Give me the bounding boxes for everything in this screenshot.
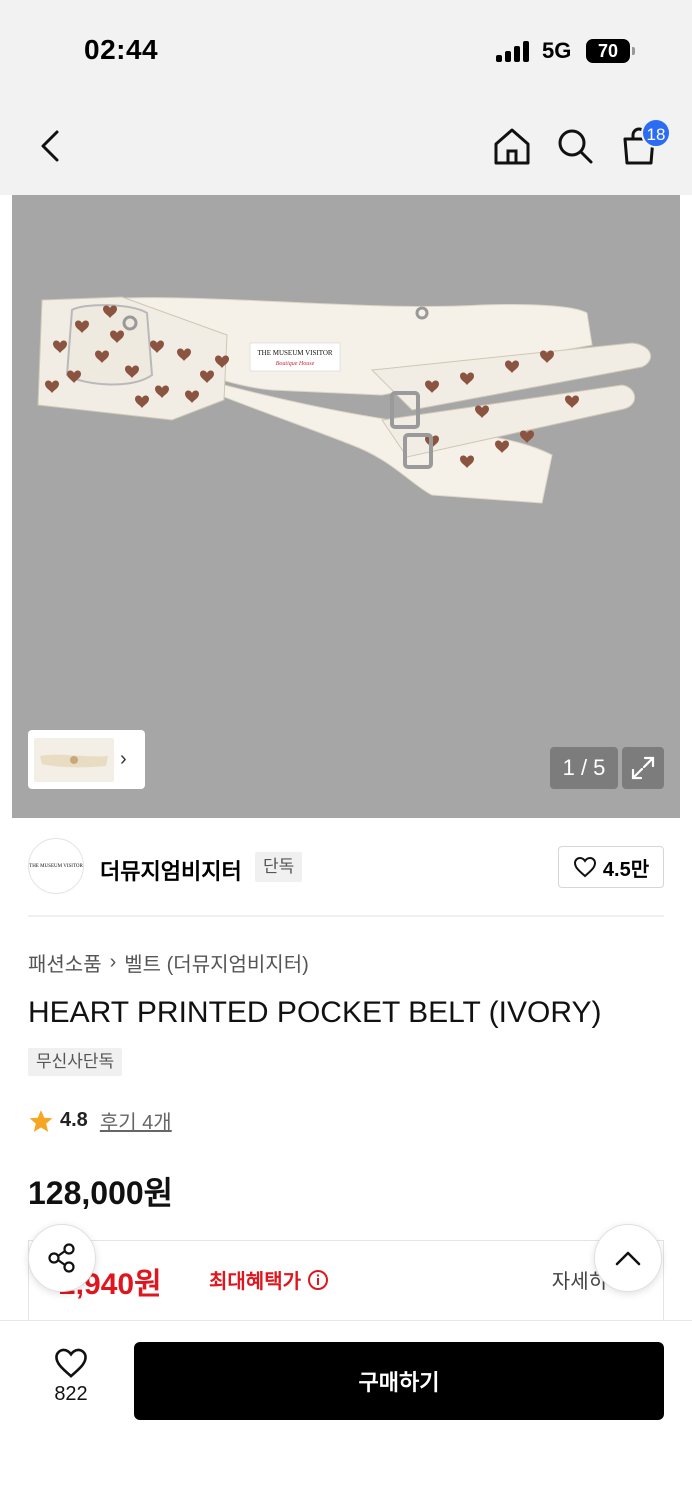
battery-tip [632, 47, 635, 55]
bottom-action-bar: 822 구매하기 [0, 1320, 692, 1500]
breadcrumb-subcategory[interactable]: 벨트 (더뮤지엄비지터) [124, 948, 308, 977]
review-link[interactable]: 후기 4개 [100, 1106, 172, 1135]
product-price: 128,000원 [28, 1175, 174, 1211]
star-icon [29, 1109, 53, 1132]
belt-label-brand: THE MUSEUM VISITOR [257, 349, 333, 357]
max-benefit-label: 최대혜택가 [209, 1265, 329, 1294]
image-counter: 1 / 5 [550, 747, 618, 789]
status-bar: 02:44 5G 70 [0, 0, 692, 100]
brand-name[interactable]: 더뮤지엄비지터 [100, 854, 242, 886]
product-photo: THE MUSEUM VISITOR Boutique House [37, 296, 652, 504]
share-icon [48, 1243, 75, 1273]
top-nav-bar: 18 [0, 100, 692, 195]
cart-button[interactable]: 18 [615, 118, 671, 170]
brand-logo[interactable]: THE MUSEUM VISITOR [28, 838, 84, 894]
back-button[interactable] [26, 122, 74, 170]
search-icon [558, 129, 593, 164]
brand-exclusive-tag: 단독 [255, 852, 303, 882]
rating-score: 4.8 [60, 1109, 88, 1131]
info-icon[interactable] [307, 1269, 329, 1291]
scroll-top-button[interactable] [594, 1224, 662, 1292]
home-button[interactable] [488, 122, 536, 170]
heart-outline-icon [55, 1348, 87, 1378]
product-like-button[interactable]: 822 [40, 1347, 102, 1406]
brand-like-button[interactable]: 4.5만 [558, 846, 664, 888]
heart-outline-icon [573, 856, 596, 878]
breadcrumb-category[interactable]: 패션소품 [28, 948, 102, 977]
home-icon [494, 128, 530, 165]
product-image-gallery[interactable]: THE MUSEUM VISITOR Boutique House › 1 / … [12, 195, 680, 818]
divider [28, 915, 664, 917]
buy-button[interactable]: 구매하기 [134, 1342, 664, 1420]
chevron-right-icon[interactable]: › [120, 748, 127, 771]
rating-row: 4.8 후기 4개 [28, 1106, 172, 1135]
share-button[interactable] [28, 1224, 96, 1292]
network-type: 5G [542, 38, 572, 63]
product-title: HEART PRINTED POCKET BELT (IVORY) [28, 996, 602, 1029]
cart-count-badge: 18 [641, 118, 671, 148]
search-button[interactable] [551, 122, 599, 170]
chevron-up-icon [615, 1251, 641, 1266]
status-time: 02:44 [84, 34, 159, 65]
brand-row: THE MUSEUM VISITOR 더뮤지엄비지터 단독 4.5만 [28, 838, 664, 896]
product-like-count: 822 [54, 1383, 88, 1405]
belt-label-sub: Boutique House [276, 361, 315, 367]
breadcrumb: 패션소품 › 벨트 (더뮤지엄비지터) [28, 948, 309, 977]
thumbnail-image[interactable] [34, 737, 114, 782]
max-benefit-label-text: 최대혜택가 [209, 1271, 301, 1293]
expand-icon [631, 756, 655, 780]
exclusive-tag: 무신사단독 [28, 1048, 123, 1076]
brand-like-count: 4.5만 [602, 858, 650, 881]
max-benefit-box[interactable]: 2,940원 최대혜택가 자세히 [28, 1240, 664, 1320]
expand-button[interactable] [622, 747, 664, 789]
chevron-right-icon: › [109, 951, 117, 973]
thumbnail-strip[interactable]: › [28, 730, 145, 789]
battery-icon: 70 [586, 39, 630, 63]
signal-icon [496, 40, 532, 62]
chevron-left-icon [41, 130, 59, 162]
